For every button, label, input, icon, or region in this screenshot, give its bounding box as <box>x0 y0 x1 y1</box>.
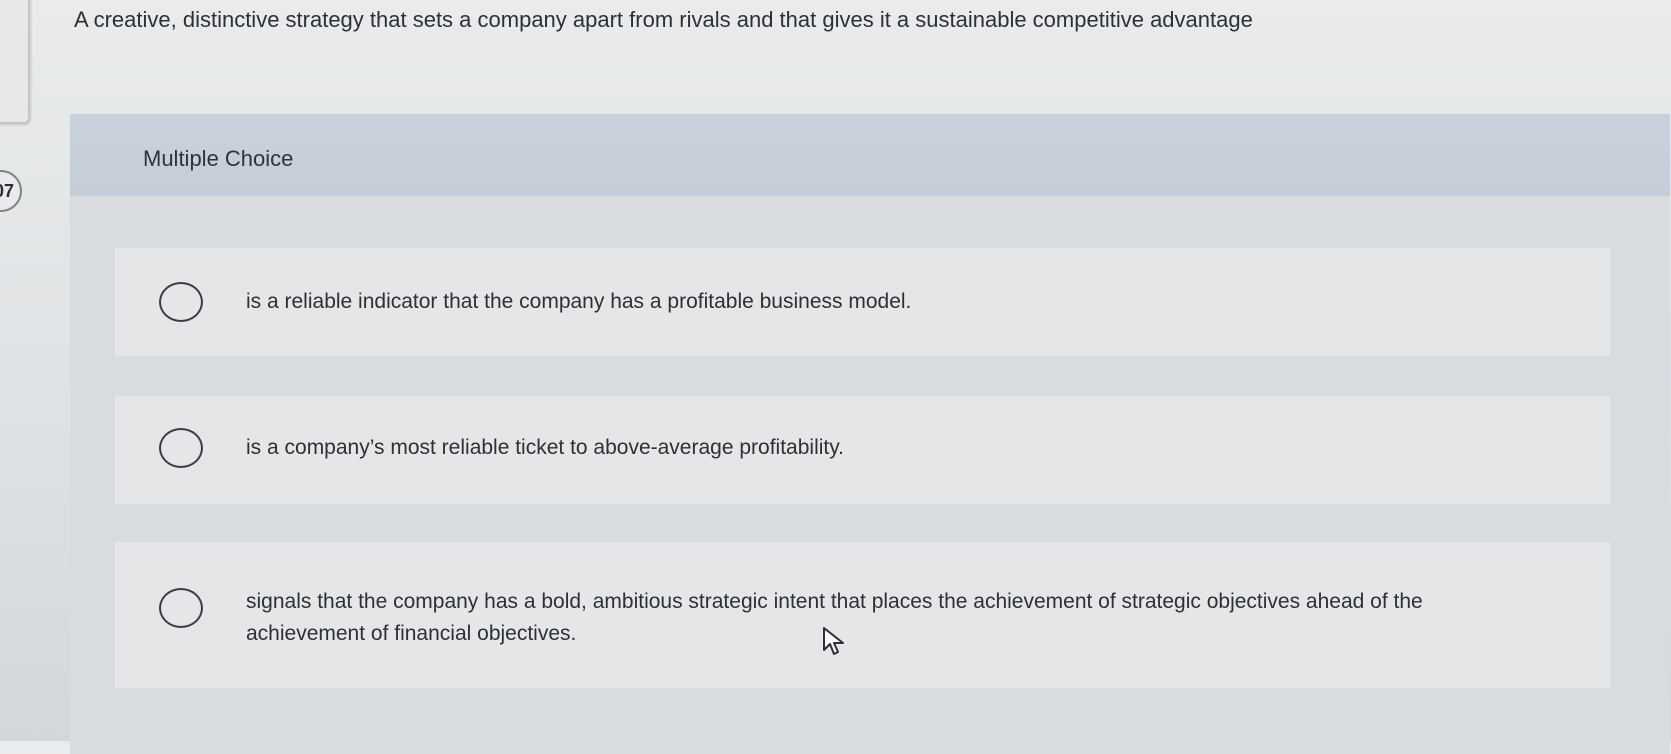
answer-option-2[interactable]: is a company’s most reliable ticket to a… <box>115 396 1610 504</box>
answer-panel: Multiple Choice is a reliable indicator … <box>70 114 1670 754</box>
question-number-badge: 07 <box>0 170 22 212</box>
radio-unselected-icon[interactable] <box>159 282 203 322</box>
answer-option-1-label: is a reliable indicator that the company… <box>246 290 912 313</box>
answer-option-1[interactable]: is a reliable indicator that the company… <box>115 248 1610 356</box>
mouse-pointer-icon <box>823 627 844 655</box>
answer-panel-header: Multiple Choice <box>70 114 1670 196</box>
answer-option-3-label: signals that the company has a bold, amb… <box>246 590 1423 645</box>
answer-option-3[interactable]: signals that the company has a bold, amb… <box>115 542 1610 688</box>
question-type-title: Multiple Choice <box>143 146 294 171</box>
radio-unselected-icon[interactable] <box>159 428 203 468</box>
sidebar-tab <box>0 0 30 124</box>
answer-option-2-label: is a company’s most reliable ticket to a… <box>246 436 845 459</box>
radio-unselected-icon[interactable] <box>159 588 203 628</box>
question-prompt: A creative, distinctive strategy that se… <box>74 7 1253 32</box>
